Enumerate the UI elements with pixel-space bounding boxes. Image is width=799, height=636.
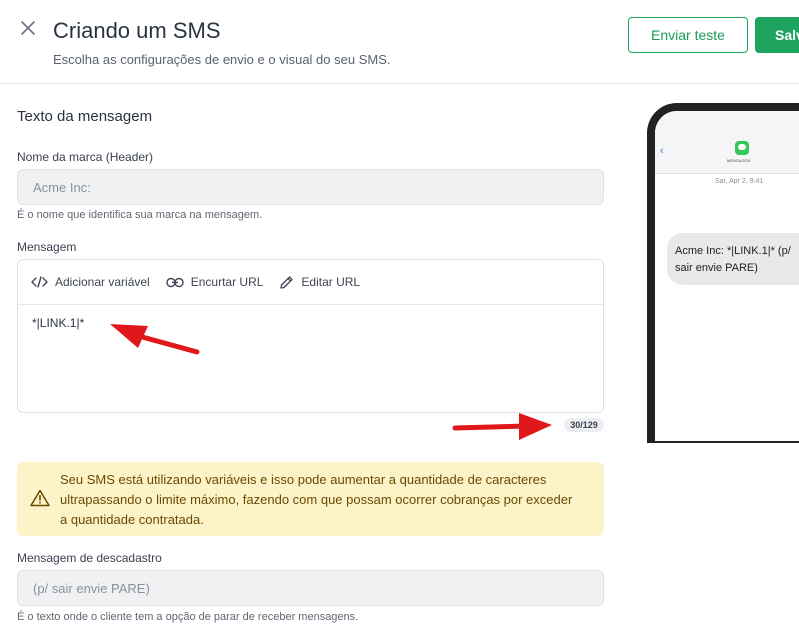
- message-textarea[interactable]: *|LINK.1|*: [18, 305, 603, 341]
- close-icon[interactable]: [19, 19, 37, 37]
- link-icon: [166, 277, 184, 287]
- alert-message: Seu SMS está utilizando variáveis e isso…: [60, 472, 573, 527]
- variables-warning-alert: Seu SMS está utilizando variáveis e isso…: [17, 462, 604, 536]
- back-chevron-icon: ‹: [660, 145, 664, 157]
- page-header: Criando um SMS Escolha as configurações …: [0, 0, 799, 84]
- messages-header: ‹ MENSAGEM: [655, 111, 799, 174]
- unsubscribe-helper: É o texto onde o cliente tem a opção de …: [17, 611, 359, 623]
- brand-name-helper: É o nome que identifica sua marca na men…: [17, 209, 263, 221]
- messages-app-icon: [735, 141, 749, 155]
- edit-url-button[interactable]: Editar URL: [279, 275, 360, 290]
- unsubscribe-input[interactable]: [17, 570, 604, 606]
- section-title: Texto da mensagem: [17, 108, 153, 125]
- message-editor: Adicionar variável Encurtar URL Editar U…: [17, 259, 604, 413]
- edit-url-label: Editar URL: [301, 275, 361, 289]
- page-subtitle: Escolha as configurações de envio e o vi…: [53, 52, 391, 67]
- message-label: Mensagem: [17, 240, 77, 254]
- warning-icon: [30, 489, 50, 507]
- message-timestamp: Sat, Apr 2, 9:41: [715, 178, 764, 185]
- editor-toolbar: Adicionar variável Encurtar URL Editar U…: [18, 260, 603, 305]
- send-test-button[interactable]: Enviar teste: [628, 17, 748, 53]
- pencil-icon: [280, 275, 294, 289]
- sms-editor-page: Criando um SMS Escolha as configurações …: [0, 0, 799, 636]
- add-variable-label: Adicionar variável: [55, 275, 150, 289]
- character-counter: 30/129: [564, 418, 604, 432]
- page-title: Criando um SMS: [53, 18, 221, 43]
- phone-screen: ‹ MENSAGEM Sat, Apr 2, 9:41 Acme Inc: *|…: [655, 111, 799, 441]
- contact-name: MENSAGEM: [727, 158, 751, 163]
- brand-name-input[interactable]: [17, 169, 604, 205]
- brand-name-label: Nome da marca (Header): [17, 150, 154, 164]
- add-variable-button[interactable]: Adicionar variável: [31, 275, 150, 289]
- code-icon: [31, 276, 48, 288]
- shorten-url-button[interactable]: Encurtar URL: [166, 275, 264, 289]
- unsubscribe-label: Mensagem de descadastro: [17, 551, 162, 565]
- save-button[interactable]: Salvar: [755, 17, 799, 53]
- arrow-to-counter-icon: [452, 413, 552, 440]
- shorten-url-label: Encurtar URL: [190, 275, 264, 289]
- message-bubble: Acme Inc: *|LINK.1|* (p/ sair envie PARE…: [667, 233, 799, 285]
